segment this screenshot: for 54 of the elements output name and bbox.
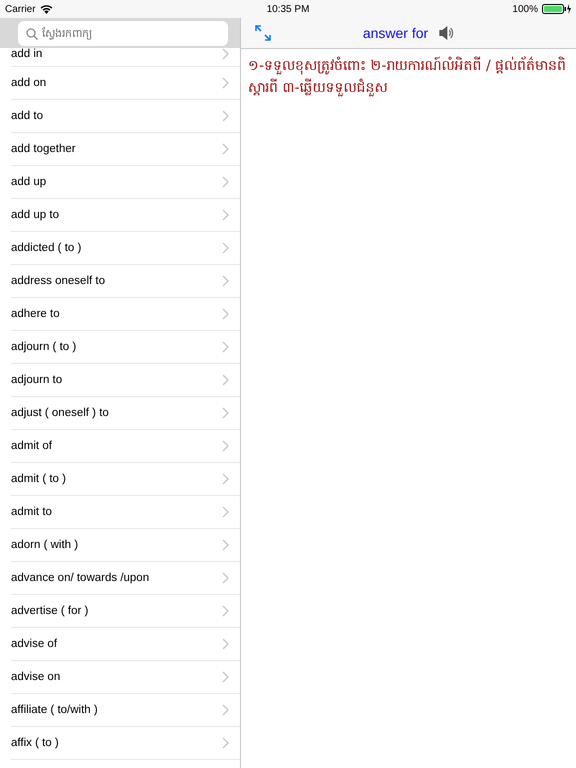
- chevron-icon: [222, 176, 229, 188]
- list-item[interactable]: adorn ( with ): [11, 529, 240, 562]
- carrier-name: Carrier: [5, 4, 36, 14]
- definition-text: ១-ទទួលខុសត្រូវចំពោះ ២-រាយការណ៍លំអិតពី / ផ្តល់ព័ត៌មានពិស្តារពី ៣-ឆ្លើយទទួលជំនួស: [247, 56, 568, 98]
- battery-icon: [542, 4, 572, 14]
- chevron-icon: [222, 440, 229, 452]
- clock-time: 10:35 PM: [266, 4, 310, 14]
- chevron-icon: [222, 374, 229, 386]
- list-item[interactable]: add up: [11, 166, 240, 199]
- chevron-icon: [222, 572, 229, 584]
- chevron-icon: [222, 209, 229, 221]
- battery-percent: 100%: [512, 4, 538, 14]
- chevron-icon: [222, 275, 229, 287]
- list-item[interactable]: admit to: [11, 496, 240, 529]
- list-item[interactable]: add on: [11, 67, 240, 100]
- list-item[interactable]: adjust ( oneself ) to: [11, 397, 240, 430]
- list-item[interactable]: add in: [11, 48, 240, 67]
- list-item[interactable]: add together: [11, 133, 240, 166]
- chevron-icon: [222, 308, 229, 320]
- list-item[interactable]: adjourn ( to ): [11, 331, 240, 364]
- chevron-icon: [222, 737, 229, 749]
- chevron-icon: [222, 638, 229, 650]
- list-item[interactable]: adhere to: [11, 298, 240, 331]
- chevron-icon: [222, 473, 229, 485]
- chevron-icon: [222, 110, 229, 122]
- list-item[interactable]: advertise ( for ): [11, 595, 240, 628]
- list-item[interactable]: admit of: [11, 430, 240, 463]
- chevron-icon: [222, 48, 229, 60]
- speaker-icon[interactable]: [438, 26, 454, 40]
- list-item[interactable]: add up to: [11, 199, 240, 232]
- list-item[interactable]: adjourn to: [11, 364, 240, 397]
- chevron-icon: [222, 143, 229, 155]
- chevron-icon: [222, 605, 229, 617]
- word-title: answer for: [362, 25, 428, 41]
- list-item[interactable]: admit ( to ): [11, 463, 240, 496]
- list-item[interactable]: affiliate ( to/with ): [11, 694, 240, 727]
- list-item[interactable]: advise on: [11, 661, 240, 694]
- chevron-icon: [222, 242, 229, 254]
- list-item[interactable]: addicted ( to ): [11, 232, 240, 265]
- chevron-icon: [222, 704, 229, 716]
- chevron-icon: [222, 506, 229, 518]
- wifi-icon: [40, 4, 53, 14]
- list-item[interactable]: advise of: [11, 628, 240, 661]
- chevron-icon: [222, 77, 229, 89]
- list-item[interactable]: add to: [11, 100, 240, 133]
- search-field[interactable]: ស្វែងរកពាក្យ: [18, 20, 228, 46]
- chevron-icon: [222, 671, 229, 683]
- list-item[interactable]: advance on/ towards /upon: [11, 562, 240, 595]
- expand-icon[interactable]: [255, 25, 271, 41]
- chevron-icon: [222, 407, 229, 419]
- list-item[interactable]: affix ( to ): [11, 727, 240, 760]
- list-item[interactable]: address oneself to: [11, 265, 240, 298]
- chevron-icon: [222, 539, 229, 551]
- chevron-icon: [222, 341, 229, 353]
